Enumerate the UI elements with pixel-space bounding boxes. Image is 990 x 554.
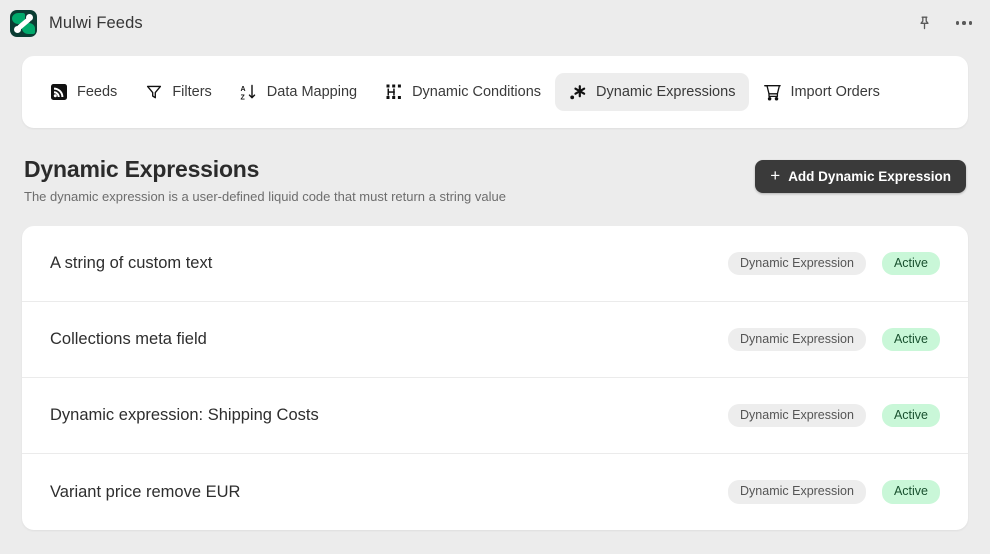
appbar-actions bbox=[912, 11, 976, 35]
tab-bar: Feeds Filters A Z Data Mapping Dynamic C… bbox=[22, 56, 968, 128]
table-row[interactable]: A string of custom text Dynamic Expressi… bbox=[22, 226, 968, 302]
type-badge: Dynamic Expression bbox=[728, 403, 866, 428]
row-name: A string of custom text bbox=[50, 254, 213, 272]
status-badge: Active bbox=[881, 480, 940, 504]
type-badge: Dynamic Expression bbox=[728, 327, 866, 352]
type-badge: Dynamic Expression bbox=[728, 480, 866, 504]
row-name: Collections meta field bbox=[50, 330, 207, 348]
tab-import-orders[interactable]: Import Orders bbox=[749, 73, 893, 111]
brand: Mulwi Feeds bbox=[10, 9, 143, 37]
pin-icon[interactable] bbox=[912, 11, 936, 35]
tab-label: Feeds bbox=[77, 84, 118, 100]
dynamic-expressions-list: A string of custom text Dynamic Expressi… bbox=[22, 226, 968, 530]
asterisk-sparkle-icon bbox=[569, 83, 587, 101]
row-badges: Dynamic Expression Active bbox=[728, 480, 940, 504]
sort-az-icon: A Z bbox=[240, 83, 258, 101]
table-row[interactable]: Dynamic expression: Shipping Costs Dynam… bbox=[22, 378, 968, 454]
page-body: Feeds Filters A Z Data Mapping Dynamic C… bbox=[0, 56, 990, 530]
tab-label: Import Orders bbox=[790, 84, 880, 100]
mulwi-logo-icon bbox=[10, 9, 37, 37]
add-button-label: Add Dynamic Expression bbox=[788, 169, 951, 184]
page-subtitle: The dynamic expression is a user-defined… bbox=[24, 189, 506, 204]
table-row[interactable]: Collections meta field Dynamic Expressio… bbox=[22, 302, 968, 378]
app-title: Mulwi Feeds bbox=[49, 13, 143, 32]
table-row[interactable]: Variant price remove EUR Dynamic Express… bbox=[22, 454, 968, 530]
page-title: Dynamic Expressions bbox=[24, 156, 260, 182]
status-badge: Active bbox=[881, 403, 940, 428]
tab-label: Data Mapping bbox=[266, 84, 358, 100]
row-badges: Dynamic Expression Active bbox=[728, 403, 940, 428]
tab-label: Dynamic Conditions bbox=[412, 84, 542, 100]
filter-funnel-icon bbox=[145, 83, 163, 101]
page-header: Dynamic Expressions The dynamic expressi… bbox=[22, 156, 968, 204]
shopping-cart-icon bbox=[763, 83, 781, 101]
circuit-grid-icon bbox=[385, 83, 403, 101]
tab-label: Dynamic Expressions bbox=[596, 84, 736, 100]
plus-icon: + bbox=[770, 166, 781, 185]
svg-text:A: A bbox=[241, 86, 246, 93]
more-options-icon[interactable] bbox=[952, 11, 976, 35]
tab-filters[interactable]: Filters bbox=[131, 73, 225, 111]
type-badge: Dynamic Expression bbox=[728, 251, 866, 276]
svg-text:Z: Z bbox=[241, 94, 246, 101]
tab-label: Filters bbox=[172, 84, 212, 100]
app-bar: Mulwi Feeds bbox=[0, 0, 990, 46]
tab-dynamic-conditions[interactable]: Dynamic Conditions bbox=[371, 73, 555, 111]
tab-data-mapping[interactable]: A Z Data Mapping bbox=[226, 73, 371, 111]
status-badge: Active bbox=[881, 327, 940, 352]
page-header-text: Dynamic Expressions The dynamic expressi… bbox=[24, 156, 506, 204]
tab-dynamic-expressions[interactable]: Dynamic Expressions bbox=[555, 73, 750, 111]
add-dynamic-expression-button[interactable]: + Add Dynamic Expression bbox=[755, 160, 966, 193]
status-badge: Active bbox=[881, 251, 940, 276]
rss-feed-icon bbox=[50, 83, 68, 101]
row-name: Dynamic expression: Shipping Costs bbox=[50, 406, 319, 424]
row-name: Variant price remove EUR bbox=[50, 482, 241, 501]
tab-feeds[interactable]: Feeds bbox=[36, 73, 131, 111]
row-badges: Dynamic Expression Active bbox=[728, 251, 940, 276]
row-badges: Dynamic Expression Active bbox=[728, 327, 940, 352]
